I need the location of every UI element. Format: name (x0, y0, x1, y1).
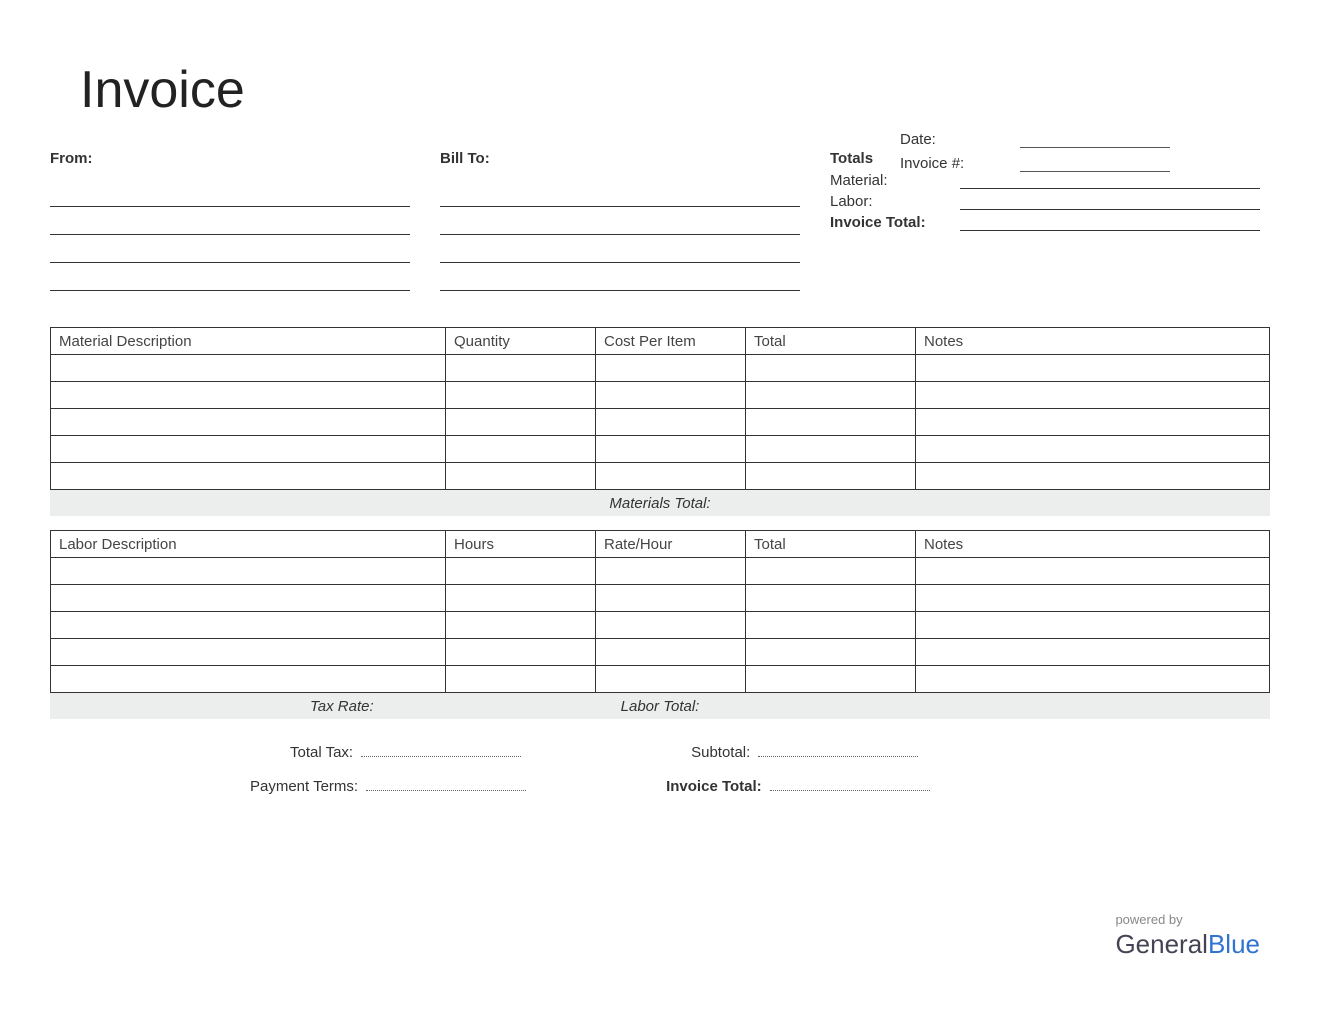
payment-terms-line[interactable] (366, 775, 526, 791)
footer-invoice-total-line[interactable] (770, 775, 930, 791)
footer-invoice-total-label: Invoice Total: (666, 778, 770, 795)
from-line[interactable] (50, 241, 410, 263)
from-line[interactable] (50, 213, 410, 235)
labor-table: Labor Description Hours Rate/Hour Total … (50, 530, 1270, 693)
invoice-total-line[interactable] (960, 213, 1260, 231)
materials-header-quantity: Quantity (446, 328, 596, 355)
materials-table: Material Description Quantity Cost Per I… (50, 327, 1270, 490)
invoice-number-label: Invoice #: (900, 155, 990, 172)
date-label: Date: (900, 131, 990, 148)
brand-part1: General (1115, 929, 1208, 959)
materials-header-cost: Cost Per Item (596, 328, 746, 355)
materials-total-label: Materials Total: (609, 495, 710, 512)
materials-header-notes: Notes (916, 328, 1270, 355)
from-line[interactable] (50, 269, 410, 291)
table-row[interactable] (51, 558, 1270, 585)
labor-total-bar: Tax Rate: Labor Total: (50, 693, 1270, 719)
materials-header-description: Material Description (51, 328, 446, 355)
total-tax-label: Total Tax: (290, 744, 361, 761)
labor-total-label: Labor Total: (50, 698, 1270, 715)
branding: powered by GeneralBlue (1115, 912, 1260, 960)
billto-heading: Bill To: (440, 150, 800, 167)
billto-line[interactable] (440, 185, 800, 207)
labor-total-line[interactable] (960, 192, 1260, 210)
labor-header-rate: Rate/Hour (596, 531, 746, 558)
table-row[interactable] (51, 436, 1270, 463)
payment-terms-label: Payment Terms: (250, 778, 366, 795)
invoice-number-input-line[interactable] (1020, 154, 1170, 172)
from-heading: From: (50, 150, 410, 167)
subtotal-label: Subtotal: (691, 744, 758, 761)
subtotal-line[interactable] (758, 741, 918, 757)
billto-line[interactable] (440, 213, 800, 235)
labor-header-notes: Notes (916, 531, 1270, 558)
invoice-total-label: Invoice Total: (830, 214, 960, 231)
billto-block: Bill To: (440, 150, 800, 297)
table-row[interactable] (51, 463, 1270, 490)
labor-header-description: Labor Description (51, 531, 446, 558)
meta-block: Date: Invoice #: (900, 130, 1270, 178)
labor-total-label: Labor: (830, 193, 960, 210)
labor-header-hours: Hours (446, 531, 596, 558)
labor-header-total: Total (746, 531, 916, 558)
table-row[interactable] (51, 666, 1270, 693)
table-row[interactable] (51, 612, 1270, 639)
billto-line[interactable] (440, 241, 800, 263)
billto-line[interactable] (440, 269, 800, 291)
materials-total-bar: Materials Total: (50, 490, 1270, 516)
from-block: From: (50, 150, 410, 297)
brand-part2: Blue (1208, 929, 1260, 959)
table-row[interactable] (51, 639, 1270, 666)
powered-by-text: powered by (1115, 912, 1260, 927)
table-row[interactable] (51, 409, 1270, 436)
footer-summary: Total Tax: Subtotal: Payment Terms: Invo… (50, 741, 1270, 795)
table-row[interactable] (51, 355, 1270, 382)
brand-logo: GeneralBlue (1115, 929, 1260, 960)
total-tax-line[interactable] (361, 741, 521, 757)
table-row[interactable] (51, 382, 1270, 409)
date-input-line[interactable] (1020, 130, 1170, 148)
from-line[interactable] (50, 185, 410, 207)
materials-header-total: Total (746, 328, 916, 355)
page-title: Invoice (80, 60, 245, 120)
table-row[interactable] (51, 585, 1270, 612)
